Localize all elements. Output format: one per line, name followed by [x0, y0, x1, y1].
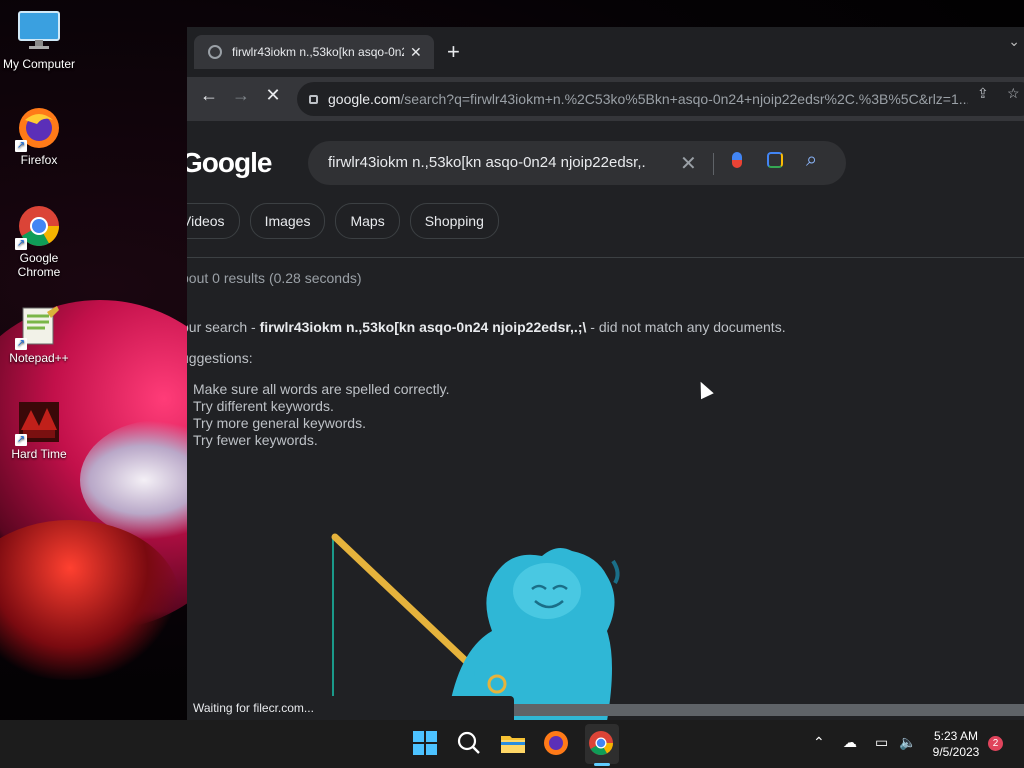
search-filter-chips: Videos Images Maps Shopping	[187, 203, 499, 239]
close-tab-icon[interactable]: ✕	[410, 44, 422, 61]
onedrive-warning-icon[interactable]: ☁	[843, 734, 857, 751]
microphone-icon[interactable]	[732, 152, 742, 168]
google-logo[interactable]: Google	[187, 147, 272, 179]
no-match-prefix: our search -	[187, 319, 260, 335]
search-box[interactable]: firwlr43iokm n.,53ko[kn asqo-0n24 njoip2…	[308, 141, 846, 185]
search-icon[interactable]	[456, 730, 484, 758]
search-query-text[interactable]: firwlr43iokm n.,53ko[kn asqo-0n24 njoip2…	[328, 154, 668, 171]
bookmark-star-icon[interactable]: ☆	[1007, 85, 1020, 102]
url-path: /search?q=firwlr43iokm+n.%2C53ko%5Bkn+as…	[400, 91, 968, 107]
desktop-icon-hard-time[interactable]: ↗ Hard Time	[0, 400, 78, 461]
active-app-indicator	[594, 763, 610, 766]
no-match-message: our search - firwlr43iokm n.,53ko[kn asq…	[187, 319, 786, 335]
suggestion-item: Try fewer keywords.	[193, 432, 318, 448]
clock-time: 5:23 AM	[933, 729, 979, 743]
shortcut-arrow-icon: ↗	[15, 140, 27, 152]
suggestion-item: Try more general keywords.	[193, 415, 366, 431]
hard-time-icon: ↗	[15, 400, 61, 446]
status-bubble: Waiting for filecr.com...	[187, 696, 514, 720]
start-windows-icon[interactable]	[412, 730, 440, 758]
share-icon[interactable]: ⇪	[977, 85, 989, 102]
taskbar-clock[interactable]: 5:23 AM 9/5/2023	[920, 728, 992, 760]
chip-videos[interactable]: Videos	[187, 203, 240, 239]
shortcut-arrow-icon: ↗	[15, 434, 27, 446]
stop-loading-icon[interactable]: ✕	[259, 85, 287, 106]
desktop-icon-firefox[interactable]: ↗ Firefox	[0, 106, 78, 167]
tab-search-chevron-icon[interactable]: ⌄	[1008, 33, 1020, 50]
desktop-icon-notepadpp[interactable]: ↗ Notepad++	[0, 304, 78, 365]
desktop-icon-label: Google Chrome	[17, 251, 61, 279]
address-bar[interactable]: google.com/search?q=firwlr43iokm+n.%2C53…	[297, 82, 1024, 116]
back-arrow-icon[interactable]: ←	[195, 85, 223, 106]
result-stats: bout 0 results (0.28 seconds)	[187, 270, 362, 286]
browser-tab[interactable]: firwlr43iokm n.,53ko[kn asqo-0n24 ✕	[194, 35, 434, 69]
url-host: google.com	[328, 91, 401, 107]
desktop-icon-label: Hard Time	[11, 447, 67, 461]
chrome-window: firwlr43iokm n.,53ko[kn asqo-0n24 ✕ + ⌄ …	[187, 27, 1024, 720]
lock-icon	[309, 94, 318, 104]
firefox-icon: ↗	[15, 106, 61, 152]
no-match-suffix: - did not match any documents.	[586, 319, 786, 335]
clear-search-icon[interactable]: ✕	[680, 151, 697, 176]
fishing-monster-illustration	[331, 533, 620, 720]
monitor-icon	[17, 10, 61, 54]
desktop-icon-my-computer[interactable]: My Computer	[0, 10, 78, 71]
search-box-divider	[713, 153, 714, 175]
notepadpp-icon: ↗	[15, 304, 61, 350]
chrome-icon: ↗	[15, 204, 61, 250]
file-explorer-icon[interactable]	[500, 730, 528, 758]
chip-maps[interactable]: Maps	[335, 203, 400, 239]
desktop-icon-label: Firefox	[20, 153, 58, 167]
forward-arrow-icon[interactable]: →	[227, 85, 255, 106]
suggestions-heading: uggestions:	[187, 350, 253, 366]
desktop-icon-label: Notepad++	[9, 351, 69, 365]
suggestion-item: Try different keywords.	[193, 398, 334, 414]
suggestion-item: Make sure all words are spelled correctl…	[193, 381, 450, 397]
tab-title: firwlr43iokm n.,53ko[kn asqo-0n24	[232, 45, 404, 59]
google-lens-icon[interactable]	[767, 152, 783, 168]
search-results-page: Google firwlr43iokm n.,53ko[kn asqo-0n24…	[187, 121, 1024, 720]
notification-badge[interactable]: 2	[988, 736, 1003, 751]
search-icon[interactable]: ⌕	[806, 149, 817, 172]
address-url: google.com/search?q=firwlr43iokm+n.%2C53…	[328, 91, 968, 107]
clock-date: 9/5/2023	[932, 745, 980, 759]
tab-strip: firwlr43iokm n.,53ko[kn asqo-0n24 ✕ + ⌄	[187, 27, 1024, 77]
desktop-icon-label: My Computer	[2, 57, 76, 71]
chip-images[interactable]: Images	[249, 203, 326, 239]
suggestions-list: Make sure all words are spelled correctl…	[193, 381, 450, 449]
new-tab-button[interactable]: +	[447, 39, 460, 65]
mouse-cursor	[694, 378, 714, 400]
show-hidden-icons-chevron-icon[interactable]: ⌃	[813, 734, 825, 751]
volume-icon[interactable]: 🔈	[899, 734, 916, 751]
horizontal-scrollbar[interactable]	[514, 704, 1024, 716]
desktop-icon-google-chrome[interactable]: ↗ Google Chrome	[0, 204, 78, 279]
chip-shopping[interactable]: Shopping	[409, 203, 499, 239]
header-divider	[187, 257, 1024, 258]
chrome-icon[interactable]	[588, 730, 616, 758]
firefox-icon[interactable]	[543, 730, 571, 758]
network-icon[interactable]: ▭	[875, 734, 888, 751]
shortcut-arrow-icon: ↗	[15, 238, 27, 250]
shortcut-arrow-icon: ↗	[15, 338, 27, 350]
taskbar: ⌃ ☁ ▭ 🔈 5:23 AM 9/5/2023 2	[0, 720, 1024, 768]
no-match-query: firwlr43iokm n.,53ko[kn asqo-0n24 njoip2…	[259, 319, 587, 335]
browser-toolbar: ← → ✕ google.com/search?q=firwlr43iokm+n…	[187, 77, 1024, 121]
loading-favicon-icon	[208, 45, 222, 59]
